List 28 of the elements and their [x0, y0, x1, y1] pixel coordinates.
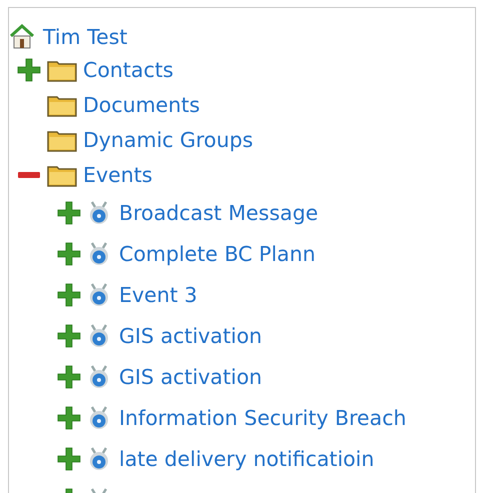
tree-root-label[interactable]: Tim Test — [43, 25, 128, 49]
alarm-clock-icon — [87, 364, 111, 390]
alarm-clock-icon — [87, 200, 111, 226]
tree-item-label[interactable]: Documents — [83, 92, 200, 116]
tree-item-label[interactable]: late delivery notificatioin — [119, 446, 374, 470]
expand-icon[interactable] — [57, 364, 81, 388]
tree-item-label[interactable]: GIS activation — [119, 364, 262, 388]
tree-item-label[interactable]: GIS activation — [119, 324, 262, 348]
tree-item-label[interactable]: Dynamic Groups — [83, 128, 254, 152]
tree-item-label[interactable]: Broadcast Message — [119, 200, 318, 224]
alarm-clock-icon — [87, 322, 111, 348]
tree-item-label[interactable]: Events — [83, 162, 152, 186]
expand-icon[interactable] — [57, 242, 81, 266]
house-icon — [9, 24, 35, 50]
expand-icon[interactable] — [57, 446, 81, 470]
tree-item-label[interactable]: Contacts — [83, 58, 174, 82]
alarm-clock-icon — [87, 446, 111, 472]
expand-icon[interactable] — [57, 200, 81, 224]
expand-icon[interactable] — [57, 406, 81, 430]
expand-icon[interactable] — [57, 324, 81, 348]
expand-icon[interactable] — [17, 58, 41, 82]
expand-icon[interactable] — [57, 282, 81, 306]
tree-item-label[interactable]: Information Security Breach — [119, 406, 406, 430]
alarm-clock-icon — [87, 282, 111, 308]
alarm-clock-icon — [87, 404, 111, 430]
alarm-clock-icon — [87, 240, 111, 266]
tree-item-label[interactable]: Event 3 — [119, 282, 198, 306]
tree-item-label[interactable]: Complete BC Plann — [119, 242, 316, 266]
